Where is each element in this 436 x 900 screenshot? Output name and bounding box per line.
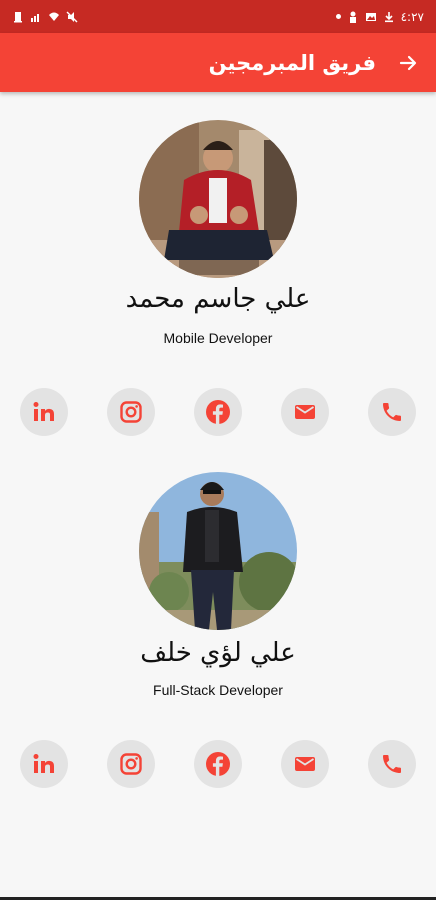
mute-icon xyxy=(66,11,78,22)
member-role: Full-Stack Developer xyxy=(153,682,283,698)
app-bar: فريق المبرمجين xyxy=(0,33,436,92)
person-icon xyxy=(349,11,356,23)
linkedin-icon xyxy=(33,754,54,773)
status-time: ٤:٢٧ xyxy=(400,9,424,24)
wifi-icon xyxy=(49,12,59,21)
member-role: Mobile Developer xyxy=(163,330,273,346)
instagram-icon xyxy=(120,753,142,775)
instagram-icon xyxy=(120,401,142,423)
image-icon xyxy=(365,12,376,21)
avatar xyxy=(139,472,297,630)
phone-icon xyxy=(383,403,401,421)
avatar xyxy=(139,120,297,278)
dot-icon xyxy=(335,14,341,19)
instagram-button[interactable] xyxy=(107,740,155,788)
signal-icon xyxy=(31,13,39,22)
phone-icon xyxy=(383,755,401,773)
facebook-button[interactable] xyxy=(194,740,242,788)
back-button[interactable] xyxy=(398,53,418,73)
linkedin-button[interactable] xyxy=(20,388,68,436)
linkedin-button[interactable] xyxy=(20,740,68,788)
avatar-photo xyxy=(139,472,297,630)
social-links xyxy=(20,388,416,436)
phone-button[interactable] xyxy=(368,388,416,436)
arrow-right-icon xyxy=(399,55,417,70)
facebook-icon xyxy=(206,400,230,424)
facebook-button[interactable] xyxy=(194,388,242,436)
social-links xyxy=(20,740,416,788)
email-button[interactable] xyxy=(281,388,329,436)
status-bar: ٤:٢٧ xyxy=(0,0,436,33)
notification-icon xyxy=(14,11,22,22)
status-icons-right: ٤:٢٧ xyxy=(335,9,424,24)
phone-button[interactable] xyxy=(368,740,416,788)
instagram-button[interactable] xyxy=(107,388,155,436)
email-button[interactable] xyxy=(281,740,329,788)
email-icon xyxy=(295,757,315,771)
avatar-photo xyxy=(139,120,297,278)
member-name: علي لؤي خلف xyxy=(140,638,296,668)
email-icon xyxy=(295,405,315,419)
member-name: علي جاسم محمد xyxy=(125,284,311,314)
download-icon xyxy=(384,11,393,22)
facebook-icon xyxy=(206,752,230,776)
status-icons-left xyxy=(12,11,78,23)
page-title: فريق المبرمجين xyxy=(208,50,376,75)
linkedin-icon xyxy=(33,402,54,421)
